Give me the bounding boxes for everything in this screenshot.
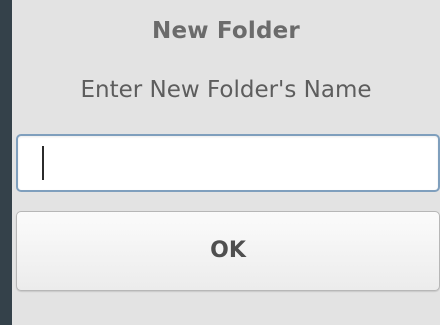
new-folder-dialog: New Folder Enter New Folder's Name OK [12,0,440,325]
dialog-message: Enter New Folder's Name [80,77,372,103]
ok-button[interactable]: OK [16,211,440,291]
folder-name-input[interactable] [16,134,440,192]
background-window-edge [0,0,12,325]
text-caret [42,146,44,180]
dialog-title: New Folder [152,18,300,44]
